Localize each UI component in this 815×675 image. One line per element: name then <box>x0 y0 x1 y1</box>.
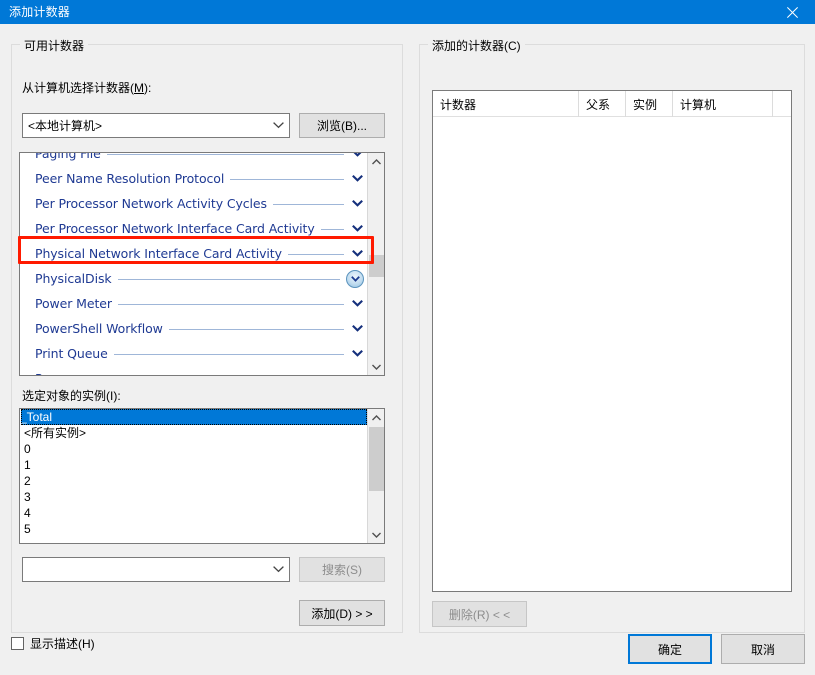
instance-list-scroll-thumb[interactable] <box>369 427 384 491</box>
counter-object-row[interactable]: Print Queue <box>20 341 368 366</box>
counter-object-row[interactable]: Peer Name Resolution Protocol <box>20 166 368 191</box>
instances-listbox[interactable]: _Total <所有实例> 0 1 2 3 4 5 <box>19 408 385 544</box>
counter-object-row[interactable]: Per Processor Network Activity Cycles <box>20 191 368 216</box>
instance-list-item[interactable]: <所有实例> <box>20 425 368 441</box>
expand-chevron-down-icon[interactable] <box>350 350 364 357</box>
expand-chevron-down-icon[interactable] <box>350 175 364 182</box>
counter-objects-rows: Paging File Peer Name Resolution Protocol… <box>20 152 368 376</box>
counter-object-label: PowerShell Workflow <box>35 321 163 336</box>
counter-object-label: Process <box>35 371 82 375</box>
table-column-header[interactable]: 实例 <box>626 91 673 117</box>
counter-object-row[interactable]: Per Processor Network Interface Card Act… <box>20 216 368 241</box>
counter-object-row[interactable]: Power Meter <box>20 291 368 316</box>
computer-select-value: <本地计算机> <box>28 119 103 133</box>
remove-counter-button[interactable]: 删除(R) < < <box>432 601 527 627</box>
scroll-up-icon[interactable] <box>368 153 384 170</box>
expand-chevron-down-icon[interactable] <box>350 325 364 332</box>
counter-object-label: Power Meter <box>35 296 112 311</box>
counter-row-rule <box>272 204 344 205</box>
expand-chevron-down-icon[interactable] <box>350 200 364 207</box>
counter-object-label: Peer Name Resolution Protocol <box>35 171 225 186</box>
instance-rows: _Total <所有实例> 0 1 2 3 4 5 <box>20 409 368 537</box>
counter-row-rule <box>287 254 344 255</box>
instance-list-item[interactable]: 2 <box>20 473 368 489</box>
instance-list-item[interactable]: 4 <box>20 505 368 521</box>
instance-list-item[interactable]: 5 <box>20 521 368 537</box>
add-counter-button[interactable]: 添加(D) > > <box>299 600 385 626</box>
show-description-row[interactable]: 显示描述(H) <box>11 635 95 652</box>
show-description-label: 显示描述(H) <box>30 637 95 651</box>
scroll-up-icon[interactable] <box>368 409 384 426</box>
counter-object-row[interactable]: PowerShell Workflow <box>20 316 368 341</box>
counter-objects-listbox[interactable]: Paging File Peer Name Resolution Protocol… <box>19 152 385 376</box>
counter-row-rule <box>117 304 344 305</box>
scroll-down-icon[interactable] <box>368 358 384 375</box>
chevron-down-icon <box>267 558 289 581</box>
counter-object-label: Physical Network Interface Card Activity <box>35 246 282 261</box>
instance-list-item[interactable]: 3 <box>20 489 368 505</box>
counter-object-label: Per Processor Network Interface Card Act… <box>35 221 315 236</box>
counter-list-scrollbar[interactable] <box>367 153 384 375</box>
close-icon[interactable] <box>769 0 815 24</box>
counter-row-rule <box>320 229 344 230</box>
expand-chevron-down-icon[interactable] <box>350 153 364 157</box>
expand-chevron-down-icon[interactable] <box>350 250 364 257</box>
counter-row-rule <box>113 354 344 355</box>
search-button[interactable]: 搜索(S) <box>299 557 385 582</box>
counter-object-label: PhysicalDisk <box>35 271 112 286</box>
dialog-body: 可用计数器 从计算机选择计数器(M): <本地计算机> 浏览(B)... Pag… <box>0 24 815 675</box>
instance-list-scrollbar[interactable] <box>367 409 384 543</box>
counter-object-row[interactable]: PhysicalDisk <box>20 266 368 291</box>
counter-object-label: Per Processor Network Activity Cycles <box>35 196 267 211</box>
expand-chevron-down-icon[interactable] <box>350 225 364 232</box>
counter-object-label: Print Queue <box>35 346 108 361</box>
added-counters-group-label: 添加的计数器(C) <box>428 37 525 54</box>
counter-object-row[interactable]: Paging File <box>20 152 368 166</box>
counter-object-label: Paging File <box>35 152 101 161</box>
counter-object-row[interactable]: Physical Network Interface Card Activity <box>20 241 368 266</box>
instances-label: 选定对象的实例(I): <box>22 389 121 403</box>
search-input-combobox[interactable] <box>22 557 290 582</box>
show-description-checkbox[interactable] <box>11 637 24 650</box>
counter-object-row[interactable]: Process <box>20 366 368 376</box>
table-column-header[interactable]: 计算机 <box>673 91 773 117</box>
table-column-header[interactable]: 父系 <box>579 91 626 117</box>
computer-select-combobox[interactable]: <本地计算机> <box>22 113 290 138</box>
instance-list-item[interactable]: _Total <box>20 409 367 425</box>
counter-list-scroll-thumb[interactable] <box>369 255 384 277</box>
chevron-down-icon <box>267 114 289 137</box>
ok-button[interactable]: 确定 <box>628 634 712 664</box>
title-bar: 添加计数器 <box>0 0 815 24</box>
added-counters-table-header: 计数器 父系 实例 计算机 <box>433 91 791 117</box>
counter-row-rule <box>106 154 344 155</box>
counter-row-rule <box>117 279 340 280</box>
cancel-button[interactable]: 取消 <box>721 634 805 664</box>
table-column-header[interactable]: 计数器 <box>433 91 579 117</box>
instance-list-item[interactable]: 0 <box>20 441 368 457</box>
window-title: 添加计数器 <box>9 5 71 19</box>
available-counters-group-label: 可用计数器 <box>20 37 89 54</box>
counter-row-rule <box>168 329 344 330</box>
instance-list-item-label: _Total <box>20 410 53 424</box>
counter-row-rule <box>230 179 344 180</box>
added-counters-table[interactable]: 计数器 父系 实例 计算机 <box>432 90 792 592</box>
expand-chevron-down-icon[interactable] <box>350 300 364 307</box>
instance-list-item[interactable]: 1 <box>20 457 368 473</box>
browse-button[interactable]: 浏览(B)... <box>299 113 385 138</box>
expand-chevron-down-icon-active[interactable] <box>346 269 364 288</box>
scroll-down-icon[interactable] <box>368 526 384 543</box>
expand-chevron-down-icon[interactable] <box>350 375 364 376</box>
select-counters-from-computer-label: 从计算机选择计数器(M): <box>22 81 152 95</box>
